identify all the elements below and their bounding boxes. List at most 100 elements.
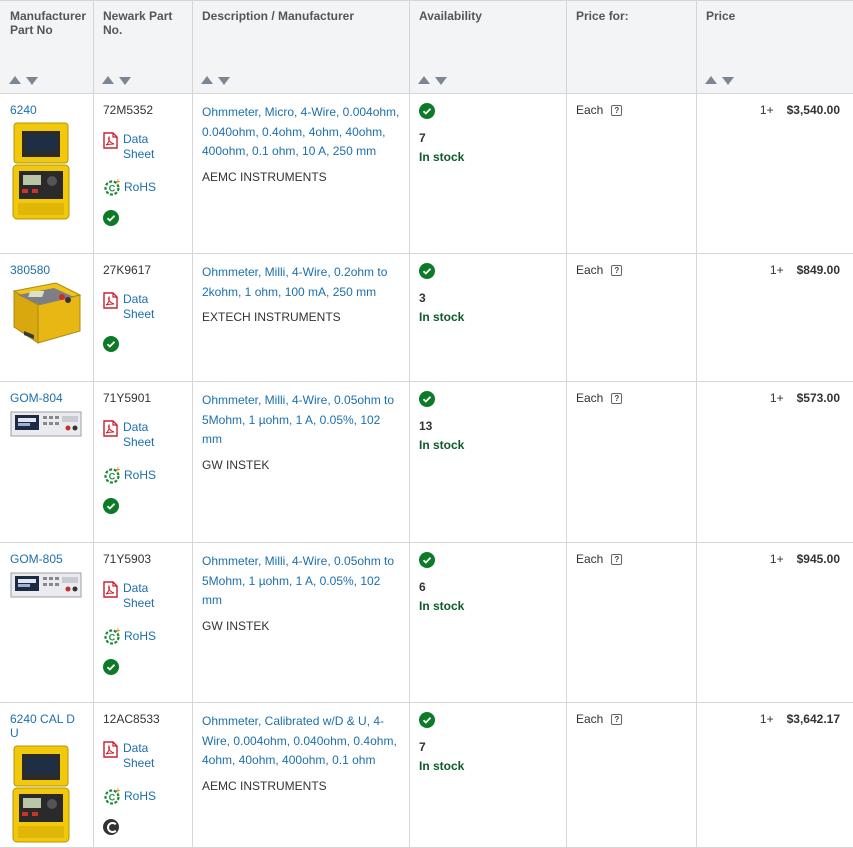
svg-text:+: + [116, 787, 121, 795]
rohs-badge[interactable]: C + RoHS [103, 178, 183, 196]
rohs-label: RoHS [124, 629, 156, 643]
price-unit: Each [576, 263, 603, 277]
stock-quantity: 7 [419, 129, 557, 148]
cell-mfr-part: 6240 CAL D U [0, 703, 94, 848]
mfr-part-link[interactable]: GOM-805 [10, 552, 63, 566]
product-image[interactable] [10, 744, 84, 847]
manufacturer-name: AEMC INSTRUMENTS [202, 168, 400, 188]
rohs-icon: C + [103, 178, 121, 196]
header-price-for-label: Price for: [576, 9, 688, 23]
data-sheet-link[interactable]: DataSheet [103, 420, 183, 450]
cell-description: Ohmmeter, Milli, 4-Wire, 0.2ohm to 2kohm… [193, 254, 410, 382]
data-sheet-link[interactable]: DataSheet [103, 581, 183, 611]
price-unit: Each [576, 712, 603, 726]
status-icon-wrap [103, 498, 183, 514]
price-amount: $573.00 [797, 391, 840, 405]
status-icon-wrap [103, 659, 183, 675]
cell-price: 1+ $945.00 [697, 543, 853, 703]
data-sheet-link[interactable]: DataSheet [103, 132, 183, 162]
rohs-icon: C + [103, 627, 121, 645]
pending-icon [103, 819, 119, 835]
sort-desc-icon[interactable] [26, 77, 38, 85]
header-description[interactable]: Description / Manufacturer [193, 1, 410, 94]
sort-desc-icon[interactable] [722, 77, 734, 85]
header-price-for: Price for: [567, 1, 697, 94]
data-sheet-label-line2: Sheet [123, 596, 154, 610]
manufacturer-name: GW INSTEK [202, 456, 400, 476]
pdf-icon [103, 132, 118, 149]
availability-check-icon [419, 103, 435, 119]
help-icon[interactable]: ? [611, 265, 622, 276]
cell-mfr-part: 6240 [0, 94, 94, 254]
product-image[interactable] [10, 121, 84, 224]
stock-label: In stock [419, 597, 557, 616]
product-image[interactable] [10, 570, 84, 603]
mfr-part-link[interactable]: GOM-804 [10, 391, 63, 405]
rohs-badge[interactable]: C + RoHS [103, 627, 183, 645]
check-icon [103, 336, 119, 352]
description-link[interactable]: Ohmmeter, Calibrated w/D & U, 4-Wire, 0.… [202, 712, 400, 771]
product-photo-icon [10, 570, 82, 600]
cell-price-for: Each ? [567, 382, 697, 543]
cell-availability: 6 In stock [410, 543, 567, 703]
sort-desc-icon[interactable] [119, 77, 131, 85]
header-price[interactable]: Price [697, 1, 853, 94]
stock-quantity: 7 [419, 738, 557, 757]
cell-mfr-part: GOM-804 [0, 382, 94, 543]
help-icon[interactable]: ? [611, 393, 622, 404]
header-availability-label: Availability [419, 9, 558, 23]
price-unit: Each [576, 103, 603, 117]
help-icon[interactable]: ? [611, 105, 622, 116]
check-icon [103, 498, 119, 514]
data-sheet-label-line1: Data [123, 420, 148, 434]
data-sheet-link[interactable]: DataSheet [103, 741, 183, 771]
mfr-part-link[interactable]: 6240 [10, 103, 37, 117]
product-photo-icon [10, 281, 84, 353]
help-icon[interactable]: ? [611, 554, 622, 565]
price-unit: Each [576, 391, 603, 405]
cell-description: Ohmmeter, Milli, 4-Wire, 0.05ohm to 5Moh… [193, 543, 410, 703]
rohs-badge[interactable]: C + RoHS [103, 787, 183, 805]
rohs-badge[interactable]: C + RoHS [103, 466, 183, 484]
cell-newark-part: 12AC8533 DataSheet C + RoHS [94, 703, 193, 848]
description-link[interactable]: Ohmmeter, Milli, 4-Wire, 0.05ohm to 5Moh… [202, 552, 400, 611]
cell-description: Ohmmeter, Micro, 4-Wire, 0.004ohm, 0.040… [193, 94, 410, 254]
description-link[interactable]: Ohmmeter, Milli, 4-Wire, 0.05ohm to 5Moh… [202, 391, 400, 450]
price-unit: Each [576, 552, 603, 566]
stock-label: In stock [419, 308, 557, 327]
data-sheet-label-line2: Sheet [123, 756, 154, 770]
header-mfr-part[interactable]: Manufacturer Part No [0, 1, 94, 94]
cell-price-for: Each ? [567, 254, 697, 382]
cell-newark-part: 71Y5901 DataSheet C + RoHS [94, 382, 193, 543]
mfr-part-link[interactable]: 6240 CAL D U [10, 712, 75, 740]
stock-quantity: 13 [419, 417, 557, 436]
mfr-part-link[interactable]: 380580 [10, 263, 50, 277]
price-amount: $945.00 [797, 552, 840, 566]
header-newark-part[interactable]: Newark Part No. [94, 1, 193, 94]
pdf-icon [103, 420, 118, 437]
status-icon-wrap [103, 819, 183, 835]
newark-part-number: 72M5352 [103, 103, 183, 117]
header-availability[interactable]: Availability [410, 1, 567, 94]
product-image[interactable] [10, 409, 84, 442]
sort-asc-icon[interactable] [705, 76, 717, 84]
cell-description: Ohmmeter, Calibrated w/D & U, 4-Wire, 0.… [193, 703, 410, 848]
data-sheet-label-line1: Data [123, 132, 148, 146]
sort-desc-icon[interactable] [218, 77, 230, 85]
help-icon[interactable]: ? [611, 714, 622, 725]
sort-desc-icon[interactable] [435, 77, 447, 85]
description-link[interactable]: Ohmmeter, Milli, 4-Wire, 0.2ohm to 2kohm… [202, 263, 400, 302]
data-sheet-link[interactable]: DataSheet [103, 292, 183, 322]
description-link[interactable]: Ohmmeter, Micro, 4-Wire, 0.004ohm, 0.040… [202, 103, 400, 162]
header-mfr-part-label: Manufacturer Part No [10, 9, 90, 37]
sort-asc-icon[interactable] [201, 76, 213, 84]
sort-asc-icon[interactable] [9, 76, 21, 84]
cell-mfr-part: GOM-805 [0, 543, 94, 703]
product-image[interactable] [10, 281, 84, 356]
sort-asc-icon[interactable] [418, 76, 430, 84]
price-amount: $849.00 [797, 263, 840, 277]
cell-availability: 7 In stock [410, 94, 567, 254]
pdf-icon [103, 741, 118, 758]
rohs-icon: C + [103, 466, 121, 484]
sort-asc-icon[interactable] [102, 76, 114, 84]
